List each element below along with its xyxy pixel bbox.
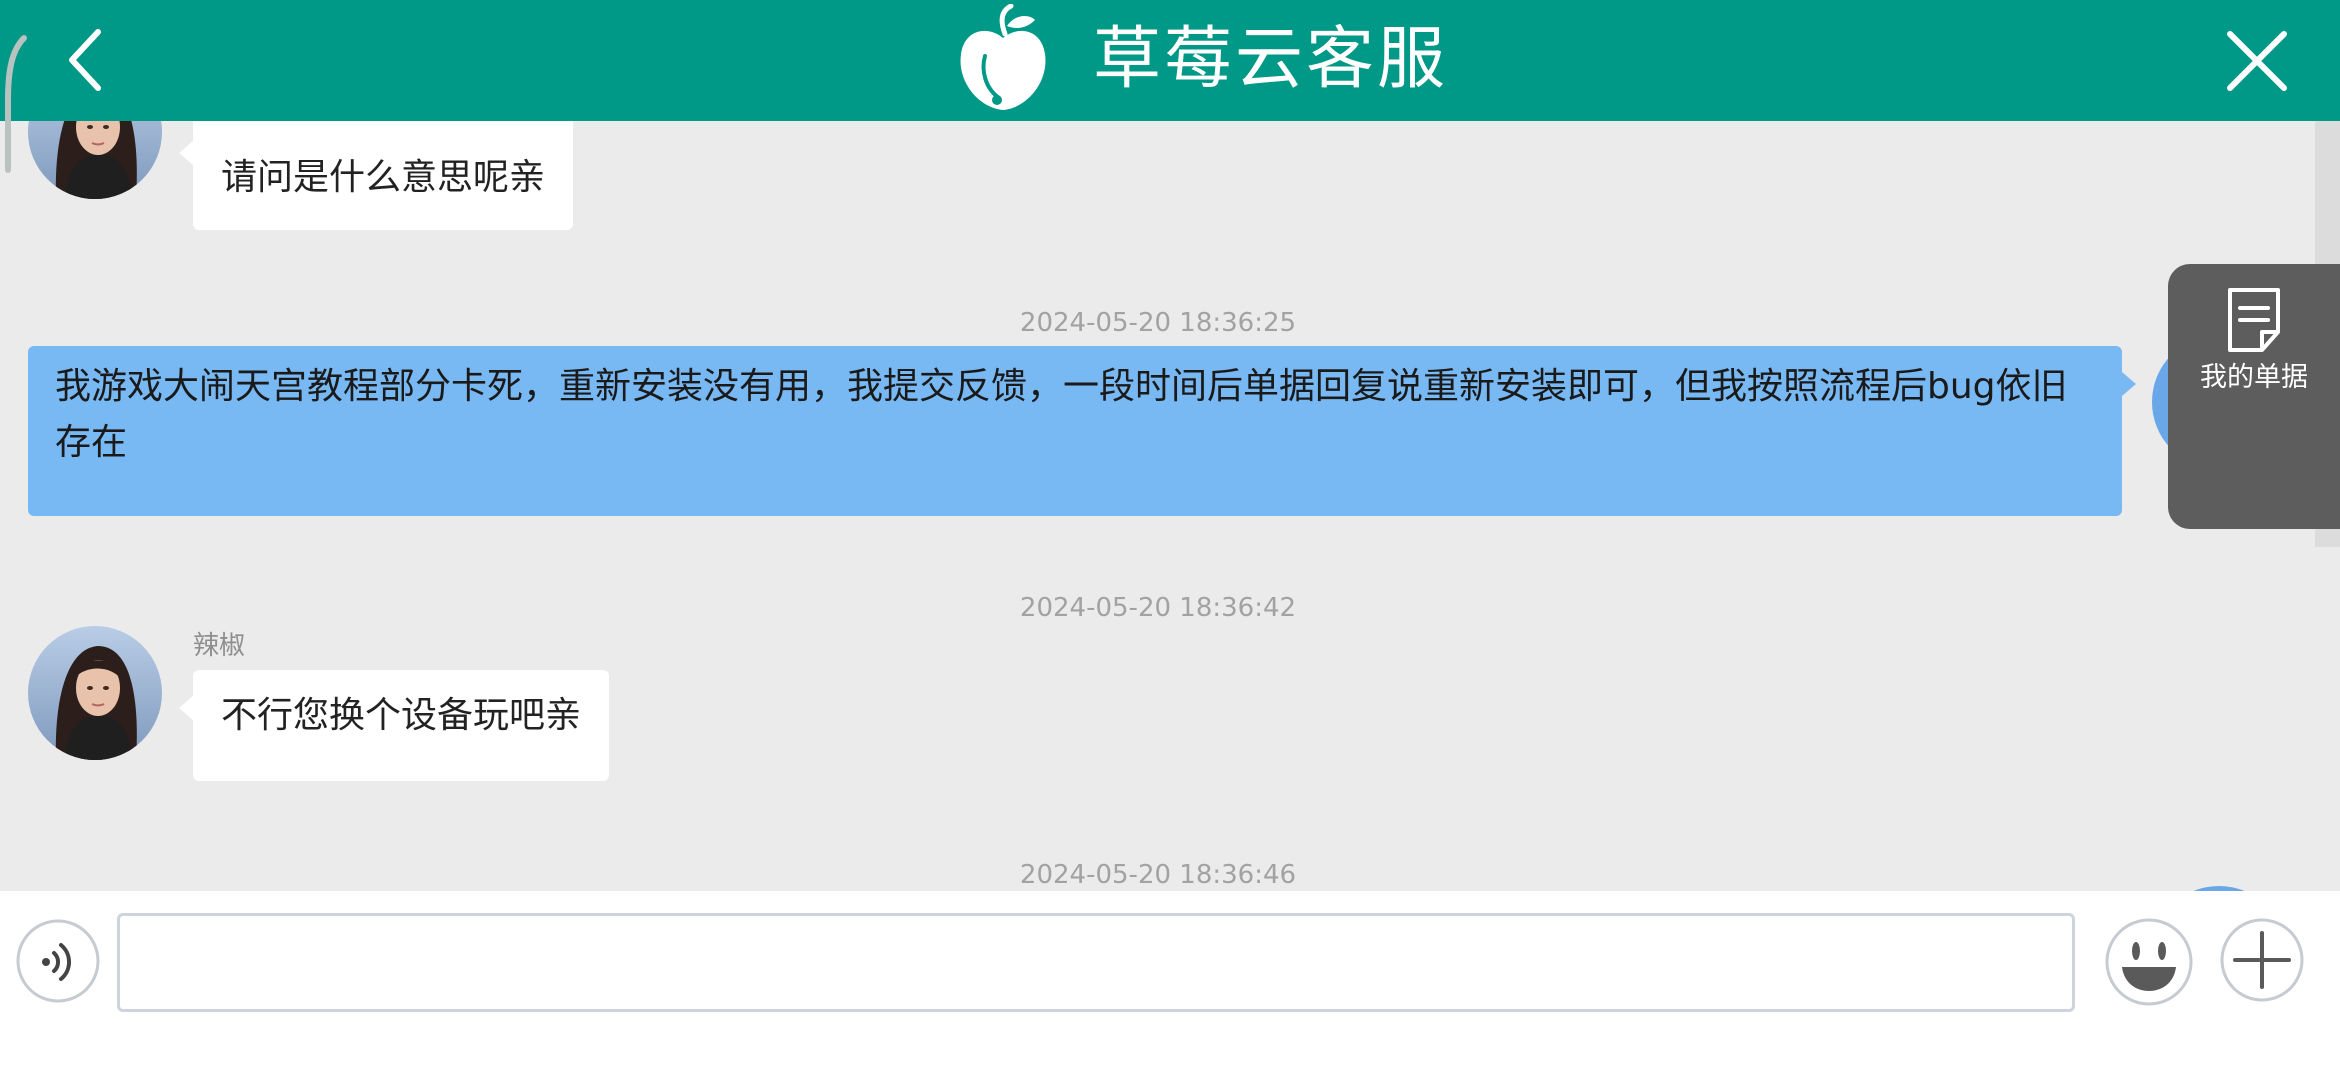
emoji-icon bbox=[2105, 918, 2193, 1006]
page-title: 草莓云客服 bbox=[1093, 20, 1449, 99]
message-text: 请问是什么意思呢亲 bbox=[221, 157, 546, 198]
agent-message-bubble[interactable]: 不行您换个设备玩吧亲 bbox=[178, 670, 610, 781]
sender-name: 辣椒 bbox=[193, 631, 246, 661]
more-options-button[interactable] bbox=[2219, 917, 2305, 1003]
chat-history[interactable]: 请问是什么意思呢亲 2024-05-20 18:36:25 我游戏大闹天宫教程部… bbox=[0, 121, 2340, 891]
back-button[interactable] bbox=[52, 20, 132, 100]
plus-icon bbox=[2220, 918, 2304, 1002]
close-button[interactable] bbox=[2218, 22, 2296, 100]
agent-avatar[interactable] bbox=[28, 121, 162, 199]
agent-message-bubble[interactable]: 请问是什么意思呢亲 bbox=[178, 121, 574, 230]
document-icon bbox=[2228, 288, 2280, 352]
voice-button[interactable] bbox=[16, 919, 100, 1003]
message-input[interactable] bbox=[117, 913, 2075, 1012]
message-text: 我游戏大闹天宫教程部分卡死，重新安装没有用，我提交反馈，一段时间后单据回复说重新… bbox=[55, 366, 2068, 463]
message-timestamp: 2024-05-20 18:36:42 bbox=[1019, 593, 1297, 623]
header-bar: 草莓云客服 bbox=[0, 0, 2340, 121]
emoji-button[interactable] bbox=[2104, 917, 2194, 1007]
user-message-bubble[interactable]: 我游戏大闹天宫教程部分卡死，重新安装没有用，我提交反馈，一段时间后单据回复说重新… bbox=[28, 346, 2136, 516]
my-tickets-button[interactable]: 我的单据 bbox=[2168, 264, 2340, 529]
input-bar bbox=[0, 891, 2340, 1080]
chat-screen: 草莓云客服 请问是什么意思呢亲 2024-05-20 18:36:25 我游戏大… bbox=[0, 0, 2340, 1080]
brand: 草莓云客服 bbox=[955, 4, 1448, 116]
agent-avatar[interactable] bbox=[28, 626, 162, 760]
close-icon bbox=[2227, 31, 2287, 91]
voice-icon bbox=[16, 919, 100, 1003]
message-text: 不行您换个设备玩吧亲 bbox=[221, 695, 582, 736]
edge-swipe-indicator bbox=[5, 35, 27, 173]
message-timestamp: 2024-05-20 18:36:25 bbox=[1019, 308, 1297, 338]
strawberry-cloud-logo bbox=[960, 4, 1046, 111]
my-tickets-label: 我的单据 bbox=[2200, 362, 2308, 393]
message-timestamp: 2024-05-20 18:36:46 bbox=[1019, 860, 1297, 890]
chevron-left-icon bbox=[69, 29, 101, 91]
